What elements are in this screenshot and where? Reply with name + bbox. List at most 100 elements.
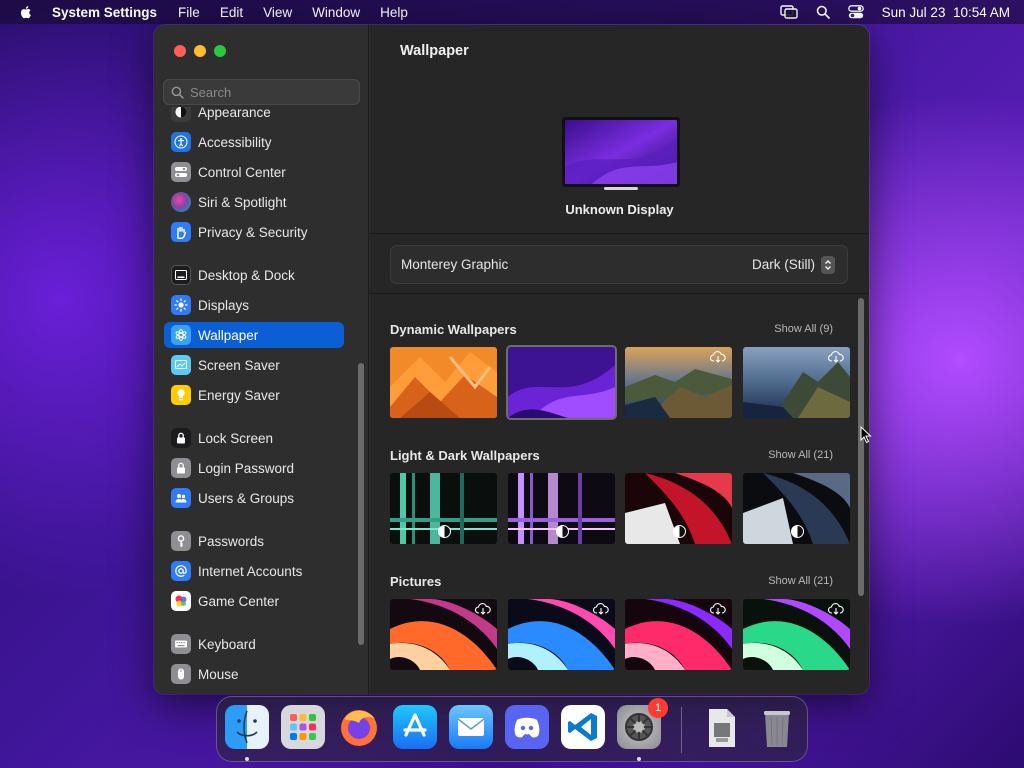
search-icon bbox=[171, 86, 184, 99]
sidebar-item-control-center[interactable]: Control Center bbox=[164, 159, 344, 185]
dock-finder-icon[interactable] bbox=[225, 705, 269, 749]
desktop-dock-icon bbox=[171, 265, 191, 285]
menu-help[interactable]: Help bbox=[380, 5, 408, 20]
at-icon bbox=[171, 561, 191, 581]
wallpaper-thumbnail-picture-1[interactable] bbox=[390, 599, 497, 670]
wallpaper-thumbnail-catalina[interactable] bbox=[743, 347, 850, 418]
siri-icon bbox=[171, 192, 191, 212]
spotlight-search-icon[interactable] bbox=[816, 5, 830, 19]
sidebar-item-label: Desktop & Dock bbox=[198, 267, 295, 283]
sidebar-item-label: Lock Screen bbox=[198, 430, 274, 446]
screen-mirroring-icon[interactable] bbox=[779, 5, 798, 19]
sidebar-item-users-groups[interactable]: Users & Groups bbox=[164, 485, 344, 511]
sidebar-item-appearance[interactable]: Appearance bbox=[164, 107, 344, 125]
sidebar-item-label: Screen Saver bbox=[198, 357, 280, 373]
show-all-pictures-button[interactable]: Show All (21) bbox=[768, 575, 833, 587]
minimize-button[interactable] bbox=[194, 45, 206, 57]
download-icon[interactable] bbox=[593, 603, 609, 615]
menu-window[interactable]: Window bbox=[312, 5, 360, 20]
menu-clock[interactable]: Sun Jul 23 10:54 AM bbox=[882, 5, 1010, 20]
wallpaper-thumbnail-imac-green[interactable] bbox=[390, 473, 497, 544]
light-dark-toggle-icon bbox=[673, 525, 686, 538]
sidebar-item-displays[interactable]: Displays bbox=[164, 292, 344, 318]
menu-edit[interactable]: Edit bbox=[220, 5, 243, 20]
wallpaper-thumbnail-dark-shapes[interactable] bbox=[743, 473, 850, 544]
sidebar-item-siri-spotlight[interactable]: Siri & Spotlight bbox=[164, 189, 344, 215]
energy-saver-icon bbox=[171, 385, 191, 405]
dock-app-store-icon[interactable] bbox=[393, 705, 437, 749]
wallpaper-thumbnail-picture-4[interactable] bbox=[743, 599, 850, 670]
sidebar-item-keyboard[interactable]: Keyboard bbox=[164, 631, 344, 657]
dock-firefox-icon[interactable] bbox=[337, 705, 381, 749]
sidebar-item-screen-saver[interactable]: Screen Saver bbox=[164, 352, 344, 378]
running-indicator bbox=[245, 757, 249, 761]
sidebar-item-wallpaper[interactable]: Wallpaper bbox=[164, 322, 344, 348]
sidebar-item-label: Control Center bbox=[198, 164, 286, 180]
sidebar-item-energy-saver[interactable]: Energy Saver bbox=[164, 382, 344, 408]
menu-app-name[interactable]: System Settings bbox=[52, 5, 157, 20]
sidebar-item-desktop-dock[interactable]: Desktop & Dock bbox=[164, 262, 344, 288]
wallpaper-icon bbox=[171, 325, 191, 345]
dock-trash-icon[interactable] bbox=[755, 705, 799, 749]
download-icon[interactable] bbox=[475, 603, 491, 615]
light-dark-toggle-icon bbox=[556, 525, 569, 538]
download-icon[interactable] bbox=[828, 351, 844, 363]
current-wallpaper-name: Monterey Graphic bbox=[401, 257, 509, 272]
download-icon[interactable] bbox=[710, 603, 726, 615]
control-center-icon[interactable] bbox=[847, 5, 864, 19]
sidebar-item-internet-accounts[interactable]: Internet Accounts bbox=[164, 558, 344, 584]
sidebar-item-label: Siri & Spotlight bbox=[198, 194, 287, 210]
show-all-light-dark-button[interactable]: Show All (21) bbox=[768, 449, 833, 461]
sidebar-item-privacy-security[interactable]: Privacy & Security bbox=[164, 219, 344, 245]
download-icon[interactable] bbox=[710, 351, 726, 363]
menu-file[interactable]: File bbox=[178, 5, 200, 20]
lock-icon bbox=[171, 428, 191, 448]
sidebar-item-label: Privacy & Security bbox=[198, 224, 308, 240]
sidebar-scrollbar[interactable] bbox=[358, 363, 364, 645]
chevron-up-down-icon[interactable] bbox=[821, 255, 835, 274]
search-field[interactable] bbox=[163, 79, 360, 105]
dock-vscode-icon[interactable] bbox=[561, 705, 605, 749]
section-title-pictures: Pictures bbox=[390, 574, 442, 589]
close-button[interactable] bbox=[174, 45, 186, 57]
notification-badge: 1 bbox=[648, 698, 668, 718]
dock-launchpad-icon[interactable] bbox=[281, 705, 325, 749]
accessibility-icon bbox=[171, 132, 191, 152]
section-title-dynamic: Dynamic Wallpapers bbox=[390, 322, 517, 337]
menu-view[interactable]: View bbox=[263, 5, 292, 20]
dock-separator bbox=[681, 707, 682, 753]
appearance-mode-popup[interactable]: Dark (Still) bbox=[752, 257, 815, 272]
apple-logo-icon[interactable] bbox=[18, 4, 34, 20]
dock-discord-icon[interactable] bbox=[505, 705, 549, 749]
sidebar-item-game-center[interactable]: Game Center bbox=[164, 588, 344, 614]
sidebar-item-passwords[interactable]: Passwords bbox=[164, 528, 344, 554]
zoom-button[interactable] bbox=[214, 45, 226, 57]
sidebar-item-label: Mouse bbox=[198, 666, 239, 682]
sidebar-item-login-password[interactable]: Login Password bbox=[164, 455, 344, 481]
sidebar-item-label: Wallpaper bbox=[198, 327, 259, 343]
search-input[interactable] bbox=[190, 84, 350, 100]
dock-preview-document-icon[interactable] bbox=[699, 705, 743, 749]
wallpaper-thumbnail-ventura[interactable] bbox=[390, 347, 497, 418]
wallpaper-thumbnail-monterey[interactable] bbox=[508, 347, 615, 418]
key-icon bbox=[171, 531, 191, 551]
content-scrollbar[interactable] bbox=[858, 298, 864, 596]
section-title-light-dark: Light & Dark Wallpapers bbox=[390, 448, 540, 463]
wallpaper-thumbnail-imac-purple[interactable] bbox=[508, 473, 615, 544]
sidebar-item-accessibility[interactable]: Accessibility bbox=[164, 129, 344, 155]
game-center-icon bbox=[171, 591, 191, 611]
show-all-dynamic-button[interactable]: Show All (9) bbox=[774, 323, 833, 335]
sidebar-item-lock-screen[interactable]: Lock Screen bbox=[164, 425, 344, 451]
wallpaper-thumbnail-picture-3[interactable] bbox=[625, 599, 732, 670]
wallpaper-thumbnail-picture-2[interactable] bbox=[508, 599, 615, 670]
sidebar-item-label: Energy Saver bbox=[198, 387, 280, 403]
dock-system-settings-icon[interactable]: 1 bbox=[617, 698, 668, 749]
wallpaper-thumbnail-red-shapes[interactable] bbox=[625, 473, 732, 544]
sidebar-item-mouse[interactable]: Mouse bbox=[164, 661, 344, 687]
dock-mail-icon[interactable] bbox=[449, 705, 493, 749]
sidebar-list: Appearance Accessibility Control Center … bbox=[154, 107, 369, 694]
wallpaper-thumbnail-big-sur-coast[interactable] bbox=[625, 347, 732, 418]
sidebar-item-label: Internet Accounts bbox=[198, 563, 303, 579]
wallpaper-selector: Monterey Graphic Dark (Still) bbox=[390, 245, 848, 284]
download-icon[interactable] bbox=[828, 603, 844, 615]
